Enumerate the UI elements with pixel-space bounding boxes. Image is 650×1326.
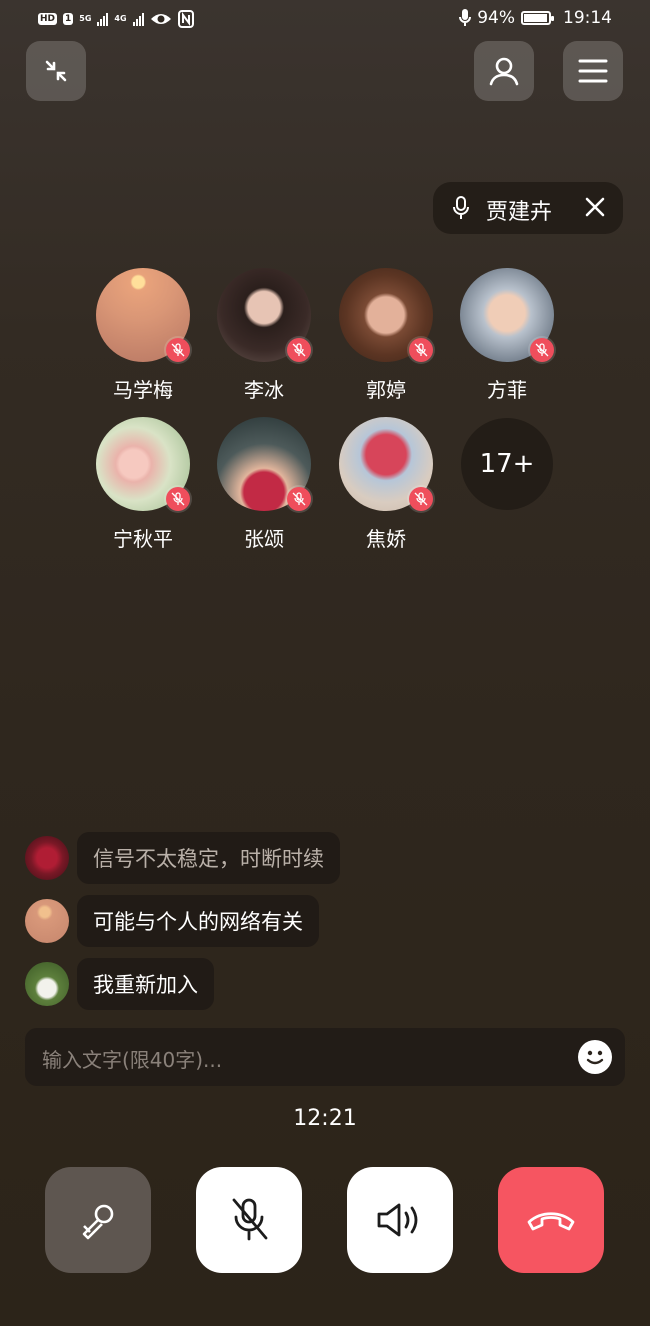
speaker-name: 贾建卉 [486, 200, 553, 225]
minimize-button[interactable] [26, 41, 86, 101]
member-name: 马学梅 [113, 378, 173, 402]
message-input[interactable]: 输入文字(限40字)... [25, 1028, 625, 1086]
end-call-button[interactable] [498, 1167, 604, 1273]
contacts-button[interactable] [474, 41, 534, 101]
mute-button[interactable] [196, 1167, 302, 1273]
close-icon[interactable] [585, 197, 605, 217]
speaker-icon [377, 1203, 418, 1237]
chat-text: 我重新加入 [93, 973, 198, 997]
muted-mic-icon [166, 338, 190, 362]
avatar [25, 962, 69, 1006]
mic-status-icon [459, 9, 472, 26]
effects-button[interactable] [45, 1167, 151, 1273]
eye-icon [150, 14, 171, 24]
5g-icon: 5G [79, 14, 92, 23]
member-name: 焦娇 [366, 527, 406, 551]
avatar [25, 899, 69, 943]
minimize-icon [45, 60, 67, 82]
chat-bubble: 信号不太稳定，时断时续 [77, 832, 340, 884]
muted-mic-icon [287, 487, 311, 511]
hd-icon: HD [38, 13, 58, 25]
avatar [25, 836, 69, 880]
more-members-button[interactable]: 17+ [461, 418, 553, 510]
muted-mic-icon [166, 487, 190, 511]
speaker-button[interactable] [347, 1167, 453, 1273]
menu-button[interactable] [563, 41, 623, 101]
member-name: 李冰 [244, 378, 284, 402]
mic-off-icon [232, 1198, 268, 1241]
muted-mic-icon [287, 338, 311, 362]
chat-text: 信号不太稳定，时断时续 [93, 847, 324, 871]
muted-mic-icon [409, 338, 433, 362]
battery-icon [521, 11, 554, 25]
muted-mic-icon [409, 487, 433, 511]
member-name: 郭婷 [366, 378, 406, 402]
signal-icon-2 [132, 12, 144, 26]
4g-icon: 4G [114, 14, 127, 23]
mic-icon [453, 196, 469, 219]
input-placeholder: 输入文字(限40字)... [42, 1048, 223, 1072]
battery-percent: 94% [477, 8, 515, 28]
clock: 19:14 [563, 8, 612, 28]
call-timer: 12:21 [293, 1106, 357, 1131]
hang-up-icon [527, 1212, 575, 1231]
menu-icon [578, 59, 608, 83]
member-name: 宁秋平 [113, 527, 173, 551]
emoji-icon[interactable] [578, 1040, 612, 1074]
status-bar: HD 1 5G 4G 94% 19:14 [0, 0, 650, 40]
chat-text: 可能与个人的网络有关 [93, 910, 303, 934]
signal-icon [97, 12, 109, 26]
sim-1-icon: 1 [63, 13, 74, 25]
active-speaker-chip[interactable]: 贾建卉 [433, 182, 623, 234]
chat-bubble: 我重新加入 [77, 958, 214, 1010]
magic-wand-icon [82, 1204, 114, 1240]
muted-mic-icon [530, 338, 554, 362]
member-name: 张颂 [244, 527, 284, 551]
person-icon [489, 57, 519, 86]
nfc-icon [177, 10, 194, 28]
chat-bubble: 可能与个人的网络有关 [77, 895, 319, 947]
member-name: 方菲 [487, 378, 527, 402]
